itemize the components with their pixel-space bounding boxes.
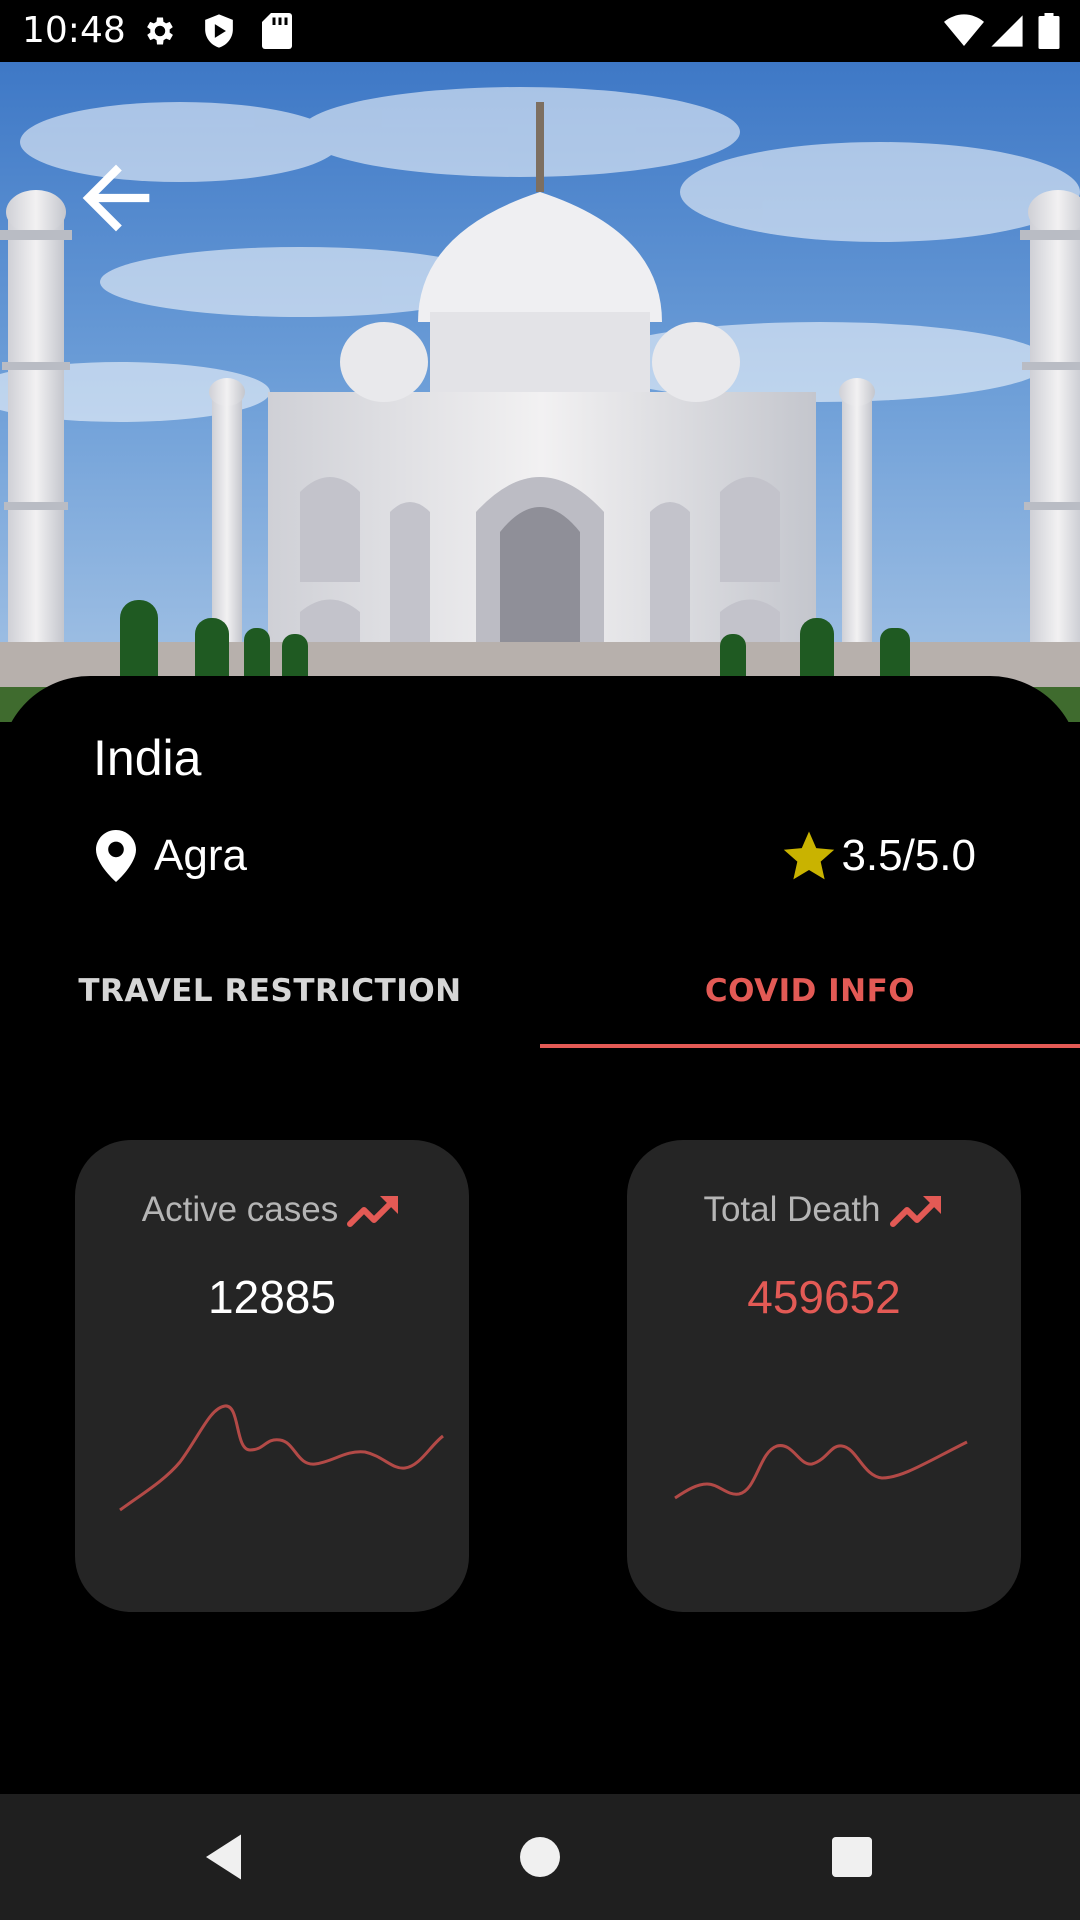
sd-card-icon	[262, 13, 292, 49]
trending-up-icon	[889, 1196, 941, 1227]
active-cases-card[interactable]: Active cases 12885	[75, 1140, 469, 1612]
settings-icon	[147, 17, 173, 45]
total-death-value: 459652	[747, 1271, 901, 1323]
rating: 3.5/5.0	[781, 826, 976, 886]
system-nav-bar	[0, 1794, 1080, 1920]
details-sheet: India Agra 3.5/5.0 TRAVEL RESTRICTION CO…	[0, 676, 1080, 1794]
hero-image	[0, 62, 1080, 722]
signal-icon	[991, 15, 1023, 47]
active-cases-title: Active cases	[141, 1190, 339, 1229]
total-death-card[interactable]: Total Death 459652	[627, 1140, 1021, 1612]
location-pin-icon	[96, 830, 136, 882]
arrow-back-icon[interactable]	[66, 148, 166, 248]
home-circle-icon[interactable]	[510, 1827, 570, 1887]
location-row: Agra	[92, 826, 247, 886]
back-triangle-icon[interactable]	[196, 1827, 256, 1887]
city-label: Agra	[154, 831, 247, 880]
active-cases-value: 12885	[208, 1271, 336, 1323]
total-death-title: Total Death	[703, 1190, 881, 1229]
active-cases-sparkline	[119, 1404, 444, 1512]
tab-travel-restriction[interactable]: TRAVEL RESTRICTION	[0, 934, 540, 1048]
status-time: 10:48	[22, 10, 126, 51]
recents-square-icon[interactable]	[822, 1827, 882, 1887]
trending-up-icon	[347, 1196, 399, 1227]
tab-bar: TRAVEL RESTRICTION COVID INFO	[0, 934, 1080, 1048]
total-death-sparkline	[674, 1440, 968, 1500]
status-bar: 10:48	[0, 0, 1080, 62]
country-title: India	[93, 730, 202, 786]
battery-icon	[1038, 13, 1060, 49]
tab-covid-info[interactable]: COVID INFO	[540, 934, 1080, 1048]
shield-icon	[205, 14, 233, 48]
tab-indicator	[540, 1044, 1080, 1048]
star-icon	[784, 831, 835, 880]
wifi-icon	[944, 14, 984, 47]
rating-value: 3.5/5.0	[841, 831, 976, 880]
